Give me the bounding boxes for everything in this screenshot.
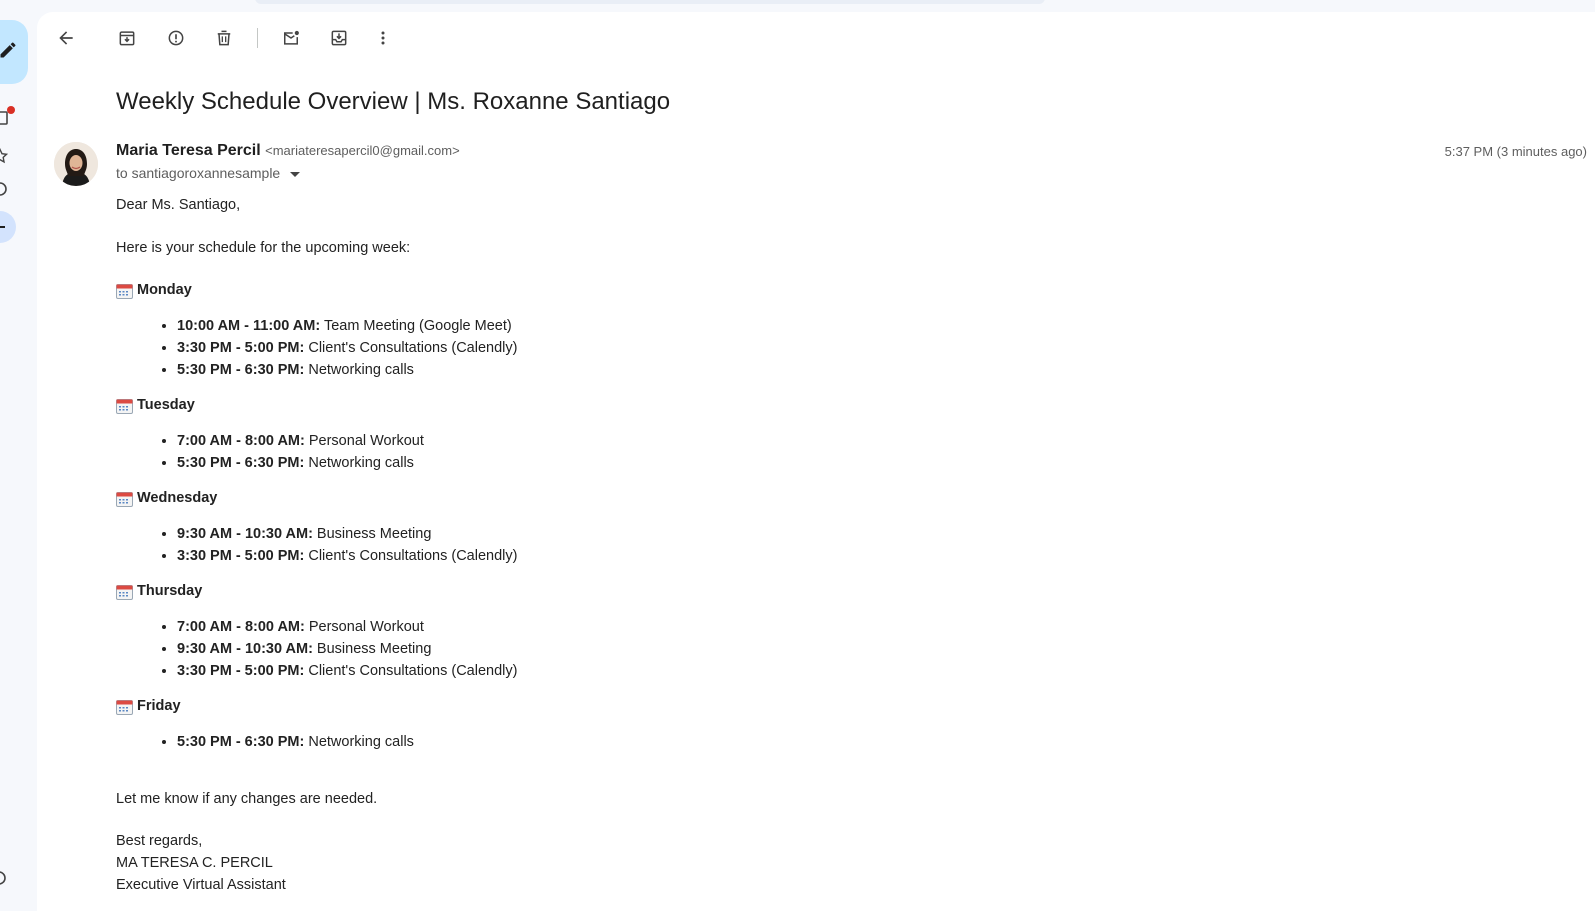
closing-text: Let me know if any changes are needed. [116, 790, 378, 807]
schedule-task: Client's Consultations (Calendly) [304, 662, 518, 679]
schedule-item: 7:00 AM - 8:00 AM: Personal Workout [177, 431, 1016, 453]
compose-button[interactable] [0, 20, 28, 84]
email-subject: Weekly Schedule Overview | Ms. Roxanne S… [116, 88, 671, 115]
schedule-item: 9:30 AM - 10:30 AM: Business Meeting [177, 524, 1016, 546]
day-heading: Thursday [116, 581, 1016, 603]
sender-line: Maria Teresa Percil <mariateresapercil0@… [116, 142, 460, 160]
signature-title: Executive Virtual Assistant [116, 876, 286, 893]
schedule-list: 10:00 AM - 11:00 AM: Team Meeting (Googl… [116, 316, 1016, 381]
schedule-task: Networking calls [304, 733, 414, 750]
schedule-task: Personal Workout [304, 619, 424, 636]
schedule-time: 7:00 AM - 8:00 AM: [177, 432, 305, 449]
search-bar[interactable] [255, 0, 1045, 4]
schedule-item: 5:30 PM - 6:30 PM: Networking calls [177, 453, 1016, 475]
schedule-task: Business Meeting [312, 640, 432, 657]
schedule-time: 9:30 AM - 10:30 AM: [177, 640, 313, 657]
details-dropdown-icon[interactable] [290, 171, 301, 177]
schedule-task: Networking calls [304, 454, 414, 471]
schedule-task: Networking calls [304, 361, 414, 378]
schedule-item: 5:30 PM - 6:30 PM: Networking calls [177, 732, 1016, 754]
schedule-time: 10:00 AM - 11:00 AM: [177, 318, 321, 335]
schedule-time: 5:30 PM - 6:30 PM: [177, 361, 305, 378]
delete-button[interactable] [210, 24, 238, 52]
archive-icon [119, 31, 135, 46]
recipient-line: to santiagoroxannesample [116, 165, 301, 181]
schedule-item: 7:00 AM - 8:00 AM: Personal Workout [177, 617, 1016, 639]
report-spam-button[interactable] [162, 24, 190, 52]
day-heading: Monday [116, 280, 1016, 302]
schedule-task: Business Meeting [312, 526, 432, 543]
archive-button[interactable] [113, 24, 141, 52]
schedule-item: 3:30 PM - 5:00 PM: Client's Consultation… [177, 546, 1016, 568]
pencil-icon [0, 42, 16, 58]
message-view: Weekly Schedule Overview | Ms. Roxanne S… [37, 12, 1595, 911]
schedule-list: 5:30 PM - 6:30 PM: Networking calls [116, 732, 1016, 754]
back-button[interactable] [52, 24, 80, 52]
sender-email: <mariateresapercil0@gmail.com> [265, 143, 460, 158]
signoff: Best regards, [116, 833, 203, 850]
schedule-task: Client's Consultations (Calendly) [304, 547, 518, 564]
schedule-time: 5:30 PM - 6:30 PM: [177, 454, 305, 471]
day-heading: Friday [116, 696, 1016, 718]
trash-icon [217, 30, 231, 46]
schedule-task: Client's Consultations (Calendly) [304, 339, 518, 356]
more-nav-icon[interactable] [0, 312, 8, 328]
mail-dot-icon [284, 30, 299, 45]
draft-icon[interactable] [0, 253, 8, 269]
more-options-button[interactable] [369, 24, 397, 52]
help-icon[interactable] [0, 870, 8, 886]
day-heading: Wednesday [116, 488, 1016, 510]
schedule-time: 5:30 PM - 6:30 PM: [177, 733, 305, 750]
schedule-list: 9:30 AM - 10:30 AM: Business Meeting3:30… [116, 524, 1016, 567]
schedule-time: 3:30 PM - 5:00 PM: [177, 547, 305, 564]
day-name: Monday [137, 282, 192, 299]
avatar-photo [54, 142, 98, 186]
schedule-time: 3:30 PM - 5:00 PM: [177, 662, 305, 679]
recipient-text: to santiagoroxannesample [116, 165, 281, 181]
schedule-time: 9:30 AM - 10:30 AM: [177, 526, 313, 543]
clock-icon[interactable] [0, 181, 8, 197]
intro-text: Here is your schedule for the upcoming w… [116, 239, 411, 256]
schedule-list: 7:00 AM - 8:00 AM: Personal Workout5:30 … [116, 431, 1016, 474]
star-icon[interactable] [0, 148, 8, 164]
day-name: Wednesday [137, 490, 218, 507]
arrow-left-icon [59, 31, 73, 45]
message-toolbar [37, 24, 1595, 52]
schedule-task: Team Meeting (Google Meet) [320, 318, 512, 335]
calendar-icon [116, 284, 133, 300]
day-name: Tuesday [137, 397, 195, 414]
sender-avatar[interactable] [54, 142, 98, 186]
mark-unread-button[interactable] [277, 24, 305, 52]
send-icon[interactable] [0, 219, 8, 235]
report-icon [168, 30, 184, 46]
schedule-time: 3:30 PM - 5:00 PM: [177, 339, 305, 356]
day-heading: Tuesday [116, 395, 1016, 417]
greeting: Dear Ms. Santiago, [116, 197, 241, 213]
move-to-inbox-icon [331, 30, 347, 46]
left-navigation-rail [0, 0, 36, 911]
move-to-button[interactable] [325, 24, 353, 52]
day-name: Friday [137, 698, 181, 715]
toolbar-divider [257, 28, 258, 48]
calendar-icon [116, 700, 133, 716]
schedule-time: 7:00 AM - 8:00 AM: [177, 619, 305, 636]
schedule-days: Monday 10:00 AM - 11:00 AM: Team Meeting … [116, 280, 1016, 753]
calendar-icon [116, 492, 133, 508]
schedule-task: Personal Workout [304, 432, 424, 449]
sender-name[interactable]: Maria Teresa Percil [116, 142, 261, 159]
schedule-item: 9:30 AM - 10:30 AM: Business Meeting [177, 639, 1016, 661]
signature-name: MA TERESA C. PERCIL [116, 855, 273, 872]
schedule-item: 5:30 PM - 6:30 PM: Networking calls [177, 360, 1016, 382]
schedule-item: 10:00 AM - 11:00 AM: Team Meeting (Googl… [177, 316, 1016, 338]
schedule-item: 3:30 PM - 5:00 PM: Client's Consultation… [177, 338, 1016, 360]
day-name: Thursday [137, 583, 203, 600]
calendar-icon [116, 585, 133, 601]
notification-dot [7, 106, 15, 114]
schedule-item: 3:30 PM - 5:00 PM: Client's Consultation… [177, 661, 1016, 683]
email-timestamp: 5:37 PM (3 minutes ago) [1444, 144, 1587, 159]
schedule-list: 7:00 AM - 8:00 AM: Personal Workout9:30 … [116, 617, 1016, 682]
email-body: Dear Ms. Santiago, Here is your schedule… [116, 195, 1016, 896]
calendar-icon [116, 399, 133, 415]
more-vert-icon [381, 31, 385, 45]
